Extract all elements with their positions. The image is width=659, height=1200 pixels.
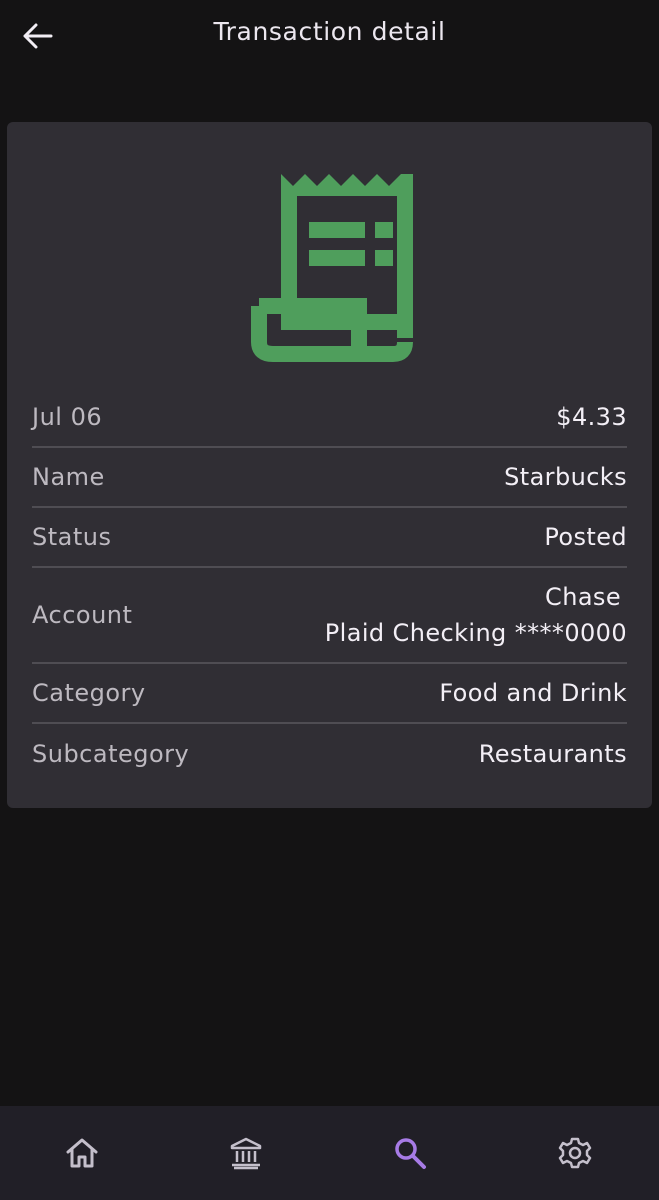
transaction-detail-screen: Transaction detail Jul 06 $4.33 Name Sta… (0, 0, 659, 1200)
name-row: Name Starbucks (32, 448, 627, 508)
subcategory-row: Subcategory Restaurants (32, 724, 627, 784)
name-value: Starbucks (504, 463, 627, 491)
gear-icon (558, 1137, 592, 1169)
name-label: Name (32, 463, 105, 491)
account-name: Plaid Checking ****0000 (324, 619, 627, 647)
account-value: Chase Plaid Checking ****0000 (325, 579, 627, 651)
transaction-details-list: Jul 06 $4.33 Name Starbucks Status Poste… (32, 388, 627, 784)
category-row: Category Food and Drink (32, 664, 627, 724)
subcategory-label: Subcategory (32, 740, 190, 768)
date-amount-row: Jul 06 $4.33 (32, 388, 627, 448)
status-row: Status Posted (32, 508, 627, 568)
search-icon (395, 1138, 426, 1169)
subcategory-value: Restaurants (478, 740, 627, 768)
page-title: Transaction detail (213, 17, 446, 46)
nav-home[interactable] (59, 1130, 105, 1176)
amount-value: $4.33 (556, 403, 627, 431)
top-app-bar: Transaction detail (0, 0, 659, 70)
home-icon (66, 1138, 98, 1168)
status-label: Status (32, 523, 112, 551)
transaction-card: Jul 06 $4.33 Name Starbucks Status Poste… (7, 122, 652, 808)
nav-accounts[interactable] (223, 1130, 269, 1176)
status-value: Posted (544, 523, 627, 551)
bank-icon (230, 1137, 262, 1170)
category-value: Food and Drink (439, 679, 627, 707)
account-institution: Chase (545, 583, 621, 611)
receipt-icon (251, 174, 413, 362)
bottom-navigation-bar (0, 1106, 659, 1200)
category-label: Category (32, 679, 146, 707)
account-row: Account Chase Plaid Checking ****0000 (32, 568, 627, 664)
nav-settings[interactable] (552, 1130, 598, 1176)
account-label: Account (32, 601, 133, 629)
date-label: Jul 06 (32, 403, 103, 431)
nav-search[interactable] (387, 1130, 433, 1176)
